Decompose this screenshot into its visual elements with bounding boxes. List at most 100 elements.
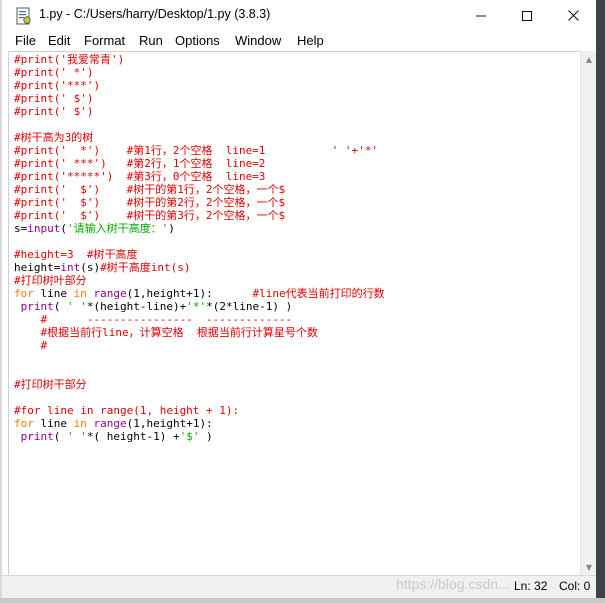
title-bar[interactable]: 1.py - C:/Users/harry/Desktop/1.py (3.8.… (2, 0, 596, 31)
code-token: #line代表当前打印的行数 (252, 287, 385, 300)
code-token: #print(' $') #树干的第3行，2个空格，一个$ (14, 209, 286, 222)
code-line[interactable]: #print(' $') #树干的第3行，2个空格，一个$ (14, 209, 385, 222)
code-line[interactable]: print( ' '*(height-line)+'*'*(2*line-1) … (14, 300, 385, 313)
taskbar-edge (0, 598, 605, 603)
maximize-button[interactable] (504, 0, 550, 31)
code-line[interactable] (14, 365, 385, 378)
code-line[interactable]: for line in range(1,height+1): (14, 417, 385, 430)
scroll-up-arrow-icon[interactable]: ▲ (581, 51, 597, 67)
code-text[interactable]: #print('我爱常青') #print(' *') #print('***') #… (14, 53, 385, 443)
menu-file[interactable]: File (15, 33, 36, 48)
code-token: ' ' (67, 300, 87, 313)
code-token: #for line in range(1, height + 1): (14, 404, 240, 417)
code-token: for (14, 287, 34, 300)
code-token: #height=3 #树干高度 (14, 248, 138, 261)
menu-edit[interactable]: Edit (48, 33, 70, 48)
code-line[interactable] (14, 118, 385, 131)
code-line[interactable] (14, 391, 385, 404)
code-token: *(height-line)+ (86, 300, 187, 313)
code-token: (s) (80, 261, 101, 274)
scroll-down-arrow-icon[interactable]: ▼ (581, 559, 597, 575)
watermark-text: https://blog.csdn... (396, 576, 510, 592)
code-line[interactable]: #height=3 #树干高度 (14, 248, 385, 261)
code-line[interactable]: #打印树干部分 (14, 378, 385, 391)
code-token: # (14, 339, 48, 352)
code-token: range (93, 417, 127, 430)
python-file-icon (14, 7, 32, 25)
code-line[interactable]: #打印树叶部分 (14, 274, 385, 287)
menu-bar: File Edit Format Run Options Window Help (2, 31, 596, 51)
menu-run[interactable]: Run (139, 33, 163, 48)
code-token: (1,height+1): (126, 417, 213, 430)
code-token: #打印树叶部分 (14, 274, 87, 287)
code-token: '$' (179, 430, 200, 443)
code-line[interactable]: #print(' *') (14, 66, 385, 79)
code-token: #树干高度int(s) (100, 261, 191, 274)
code-token: #print(' *') #第1行，2个空格 line=1 ' '+'*' (14, 144, 379, 157)
code-token: ( (53, 300, 67, 313)
code-line[interactable]: #print('***') (14, 79, 385, 92)
code-token: range (93, 287, 127, 300)
code-token: '*' (186, 300, 207, 313)
code-line[interactable]: for line in range(1,height+1): #line代表当前… (14, 287, 385, 300)
code-line[interactable]: #print(' $') #树干的第1行，2个空格，一个$ (14, 183, 385, 196)
menu-options[interactable]: Options (175, 33, 220, 48)
code-token: #print(' $') (14, 92, 94, 105)
code-line[interactable]: #print(' $') #树干的第2行，2个空格，一个$ (14, 196, 385, 209)
code-token: ) (199, 430, 213, 443)
code-token: '请输入树干高度：' (67, 222, 169, 235)
code-line[interactable]: #print('*****') #第3行，0个空格 line=3 (14, 170, 385, 183)
code-editor[interactable]: #print('我爱常青') #print(' *') #print('***') #… (8, 51, 581, 576)
code-line[interactable]: #for line in range(1, height + 1): (14, 404, 385, 417)
code-token: #打印树干部分 (14, 378, 87, 391)
menu-help[interactable]: Help (297, 33, 324, 48)
code-line[interactable]: # (14, 339, 385, 352)
code-token: #print(' ***') #第2行，1个空格 line=2 (14, 157, 266, 170)
menu-window[interactable]: Window (235, 33, 281, 48)
status-bar: https://blog.csdn... Ln: 32 Col: 0 (2, 575, 596, 599)
code-line[interactable] (14, 352, 385, 365)
code-token: ) (168, 222, 175, 235)
code-line[interactable] (14, 235, 385, 248)
code-line[interactable]: height=int(s)#树干高度int(s) (14, 261, 385, 274)
code-token: ( (60, 222, 67, 235)
column-number-indicator: Col: 0 (559, 579, 591, 593)
minimize-button[interactable] (458, 0, 504, 31)
code-line[interactable]: # ---------------- ------------- (14, 313, 385, 326)
code-token: *( height-1) + (86, 430, 180, 443)
code-token: # ---------------- ------------- (14, 313, 293, 326)
code-line[interactable]: #树干高为3的树 (14, 131, 385, 144)
code-token: #print(' $') #树干的第1行，2个空格，一个$ (14, 183, 286, 196)
code-token: input (27, 222, 61, 235)
vertical-scrollbar[interactable]: ▲ ▼ (580, 51, 597, 575)
code-token: int (60, 261, 81, 274)
code-token: print (20, 430, 54, 443)
code-line[interactable]: #print('我爱常青') (14, 53, 385, 66)
code-line[interactable]: #print(' $') (14, 105, 385, 118)
code-token: line (33, 417, 74, 430)
window-border (0, 0, 2, 603)
line-number-indicator: Ln: 32 (514, 579, 548, 593)
window-title: 1.py - C:/Users/harry/Desktop/1.py (3.8.… (39, 7, 271, 21)
code-token: #print(' $') (14, 105, 94, 118)
code-line[interactable]: #print(' *') #第1行，2个空格 line=1 ' '+'*' (14, 144, 385, 157)
code-line[interactable]: #根据当前行line，计算空格 根据当前行计算星号个数 (14, 326, 385, 339)
code-token: #print(' *') (14, 66, 94, 79)
code-token: print (20, 300, 54, 313)
code-line[interactable]: #print(' $') (14, 92, 385, 105)
code-token: for (14, 417, 34, 430)
code-line[interactable]: #print(' ***') #第2行，1个空格 line=2 (14, 157, 385, 170)
idle-editor-window: 1.py - C:/Users/harry/Desktop/1.py (3.8.… (0, 0, 605, 603)
code-line[interactable]: print( ' '*( height-1) +'$' ) (14, 430, 385, 443)
code-token: #print(' $') #树干的第2行，2个空格，一个$ (14, 196, 286, 209)
code-token: height= (14, 261, 61, 274)
code-token: ( (53, 430, 67, 443)
code-line[interactable]: s=input('请输入树干高度：') (14, 222, 385, 235)
code-token: #print('*****') #第3行，0个空格 line=3 (14, 170, 266, 183)
menu-format[interactable]: Format (84, 33, 125, 48)
close-button[interactable] (550, 0, 596, 31)
code-token: (1,height+1): (126, 287, 253, 300)
